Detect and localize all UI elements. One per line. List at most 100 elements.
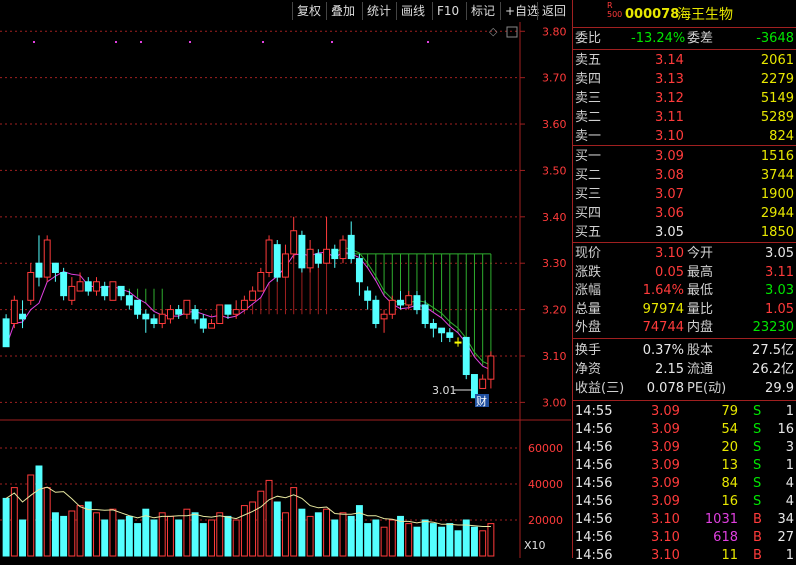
candle-body xyxy=(314,253,322,264)
candle-body xyxy=(76,281,84,292)
bid-row: 买一 3.09 1516 xyxy=(573,148,796,166)
quote-value: 23230 xyxy=(752,320,794,335)
mark-button[interactable]: 标记 xyxy=(466,2,499,20)
price-tick-label: 3.20 xyxy=(542,304,567,317)
tick-volume: 54 xyxy=(721,422,738,437)
volume-bar xyxy=(388,519,396,557)
bid-row: 买三 3.07 1900 xyxy=(573,186,796,204)
candle-body xyxy=(93,281,100,292)
tick-side: S xyxy=(753,440,762,455)
tick-time: 14:56 xyxy=(575,530,613,545)
candle-body xyxy=(298,234,306,269)
index-badge-top: R xyxy=(607,1,613,10)
bid-level-label: 买三 xyxy=(575,187,602,202)
bid-volume: 2944 xyxy=(760,206,794,221)
volume-bar xyxy=(405,523,413,557)
tick-volume: 84 xyxy=(721,476,738,491)
candle-body xyxy=(462,336,470,376)
stock-header: R 500 000078 海王生物 xyxy=(573,1,796,24)
volume-bar xyxy=(273,501,281,557)
fund-label: 股本 xyxy=(687,343,714,358)
quote-label: 现价 xyxy=(575,246,602,261)
fund-value: 0.37% xyxy=(642,343,684,358)
tick-time: 14:56 xyxy=(575,422,613,437)
volume-bar xyxy=(27,474,35,557)
candle-body xyxy=(166,309,174,320)
candle-body xyxy=(397,299,404,306)
candle-body xyxy=(125,295,133,306)
volume-bar xyxy=(471,526,478,557)
volume-bar xyxy=(35,465,43,557)
bid-level-label: 买五 xyxy=(575,225,602,240)
tick-time: 14:55 xyxy=(575,404,613,419)
candle-body xyxy=(413,295,421,311)
volume-bar xyxy=(208,519,215,557)
statistics-button[interactable]: 统计 xyxy=(362,2,395,20)
bid-volume: 1516 xyxy=(760,149,794,164)
fund-row: 换手 0.37% 股本 27.5亿 xyxy=(573,342,796,360)
volume-bar xyxy=(199,523,207,557)
ask-volume: 5289 xyxy=(760,110,794,125)
bid-price: 3.06 xyxy=(655,206,684,221)
quote-label: 涨跌 xyxy=(575,264,602,280)
candle-body xyxy=(109,281,117,301)
tick-time: 14:56 xyxy=(575,476,613,491)
bid-row: 买五 3.05 1850 xyxy=(573,224,796,242)
volume-bar xyxy=(43,487,51,557)
quote-value: 3.11 xyxy=(765,264,794,280)
ask-price: 3.14 xyxy=(655,53,684,68)
volume-bar xyxy=(323,508,331,557)
volume-bar xyxy=(331,519,339,557)
price-tick-label: 3.40 xyxy=(542,211,567,224)
candle-body xyxy=(35,262,43,278)
stock-code: 000078 xyxy=(625,7,680,22)
stock-name: 海王生物 xyxy=(677,7,733,23)
f10-button[interactable]: F10 xyxy=(432,2,463,20)
volume-tick-label: 20000 xyxy=(528,514,563,527)
volume-unit-label: X10 xyxy=(524,539,546,552)
candle-body xyxy=(438,327,446,334)
signal-dot xyxy=(189,41,191,43)
quote-row: 总量 97974 量比 1.05 xyxy=(573,301,796,319)
candle-body xyxy=(175,309,183,315)
bid-price: 3.08 xyxy=(655,168,684,183)
tick-volume: 11 xyxy=(721,548,738,563)
kline-chart[interactable]: 60000 40000 20000 3.80 3.70 3.60 3.50 3.40 3.30… xyxy=(0,22,571,558)
volume-bar xyxy=(183,508,191,557)
draw-line-button[interactable]: 画线 xyxy=(396,2,429,20)
volume-bar xyxy=(438,526,446,557)
signal-dot xyxy=(140,41,142,43)
tick-side: S xyxy=(753,458,762,473)
price-tick-label: 3.50 xyxy=(542,164,567,177)
candle-body xyxy=(372,299,380,325)
restore-rights-button[interactable]: 复权 xyxy=(292,2,325,20)
tick-side: B xyxy=(753,530,762,545)
fund-value: 2.15 xyxy=(655,362,684,377)
ask-volume: 2061 xyxy=(760,53,794,68)
price-tick-label: 3.00 xyxy=(542,396,567,409)
quote-label: 量比 xyxy=(687,301,714,317)
tick-volume: 13 xyxy=(721,458,738,473)
candle-body xyxy=(43,239,51,278)
quote-value: 97974 xyxy=(642,301,684,317)
volume-tick-label: 40000 xyxy=(528,478,563,491)
candle-body xyxy=(216,304,224,325)
candle-body xyxy=(257,271,265,292)
back-button[interactable]: 返回 xyxy=(537,2,570,20)
ask-level-label: 卖三 xyxy=(575,91,602,106)
bid-level-label: 买二 xyxy=(575,168,602,183)
ask-price: 3.10 xyxy=(655,129,684,144)
volume-bar xyxy=(224,515,232,557)
ask-price: 3.11 xyxy=(655,110,684,125)
diamond-icon[interactable]: ◇ xyxy=(489,25,498,38)
fund-label: PE(动) xyxy=(687,381,727,396)
quote-value: 74744 xyxy=(642,320,684,335)
weicha-label: 委差 xyxy=(687,31,714,46)
bid-volume: 3744 xyxy=(760,168,794,183)
event-marker[interactable]: 财 xyxy=(476,394,487,408)
fund-row: 净资 2.15 流通 26.2亿 xyxy=(573,361,796,379)
overlay-button[interactable]: 叠加 xyxy=(326,2,359,20)
tick-count: 1 xyxy=(785,404,794,419)
tick-count: 3 xyxy=(785,440,794,455)
candle-body xyxy=(421,304,429,325)
